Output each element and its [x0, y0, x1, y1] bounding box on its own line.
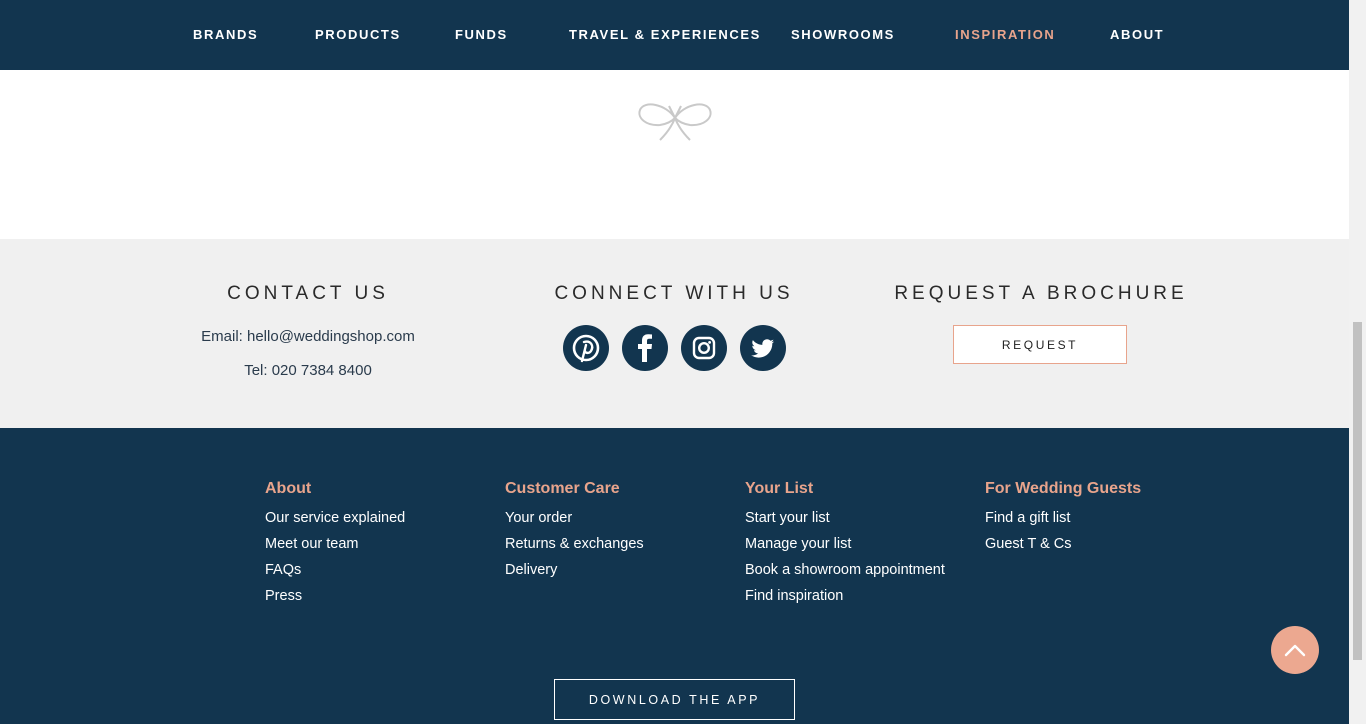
- footer-link[interactable]: Start your list: [745, 509, 945, 535]
- scrollbar-thumb[interactable]: [1353, 322, 1362, 660]
- footer-column-wedding-guests: For Wedding Guests Find a gift list Gues…: [985, 480, 1141, 561]
- contact-email[interactable]: Email: hello@weddingshop.com: [158, 328, 458, 345]
- twitter-icon: [751, 339, 775, 358]
- footer-heading: Customer Care: [505, 480, 620, 497]
- page-scrollbar[interactable]: [1349, 0, 1366, 724]
- top-nav: BRANDS PRODUCTS FUNDS TRAVEL & EXPERIENC…: [0, 0, 1349, 70]
- bow-icon: [636, 96, 714, 142]
- footer-heading: About: [265, 480, 312, 497]
- footer-heading: For Wedding Guests: [985, 480, 1142, 497]
- nav-item-showrooms[interactable]: SHOWROOMS: [791, 0, 895, 70]
- download-app-button[interactable]: DOWNLOAD THE APP: [554, 679, 795, 720]
- twitter-button[interactable]: [740, 325, 786, 371]
- footer-column-customer-care: Customer Care Your order Returns & excha…: [505, 480, 644, 587]
- nav-item-brands[interactable]: BRANDS: [193, 0, 258, 70]
- footer-link[interactable]: Meet our team: [265, 535, 405, 561]
- footer-link[interactable]: Press: [265, 587, 405, 613]
- footer-link[interactable]: Our service explained: [265, 509, 405, 535]
- connect-heading: CONNECT WITH US: [554, 283, 794, 304]
- brochure-heading: REQUEST A BROCHURE: [894, 283, 1188, 304]
- contact-phone[interactable]: Tel: 020 7384 8400: [158, 362, 458, 379]
- facebook-button[interactable]: [622, 325, 668, 371]
- nav-item-inspiration[interactable]: INSPIRATION: [955, 0, 1055, 70]
- request-brochure-button[interactable]: REQUEST: [953, 325, 1127, 364]
- nav-item-products[interactable]: PRODUCTS: [315, 0, 401, 70]
- instagram-button[interactable]: [681, 325, 727, 371]
- footer-link[interactable]: Find a gift list: [985, 509, 1141, 535]
- footer-heading: Your List: [745, 480, 814, 497]
- chevron-up-icon: [1284, 644, 1306, 657]
- page: BRANDS PRODUCTS FUNDS TRAVEL & EXPERIENC…: [0, 0, 1349, 724]
- pinterest-icon: [572, 334, 600, 363]
- back-to-top-button[interactable]: [1271, 626, 1319, 674]
- footer-link[interactable]: Find inspiration: [745, 587, 945, 613]
- contact-band: CONTACT US Email: hello@weddingshop.com …: [0, 239, 1349, 428]
- footer-link[interactable]: Returns & exchanges: [505, 535, 644, 561]
- facebook-icon: [638, 334, 652, 362]
- footer-link[interactable]: Your order: [505, 509, 644, 535]
- footer-column-your-list: Your List Start your list Manage your li…: [745, 480, 945, 613]
- nav-item-about[interactable]: ABOUT: [1110, 0, 1164, 70]
- footer-column-about: About Our service explained Meet our tea…: [265, 480, 405, 613]
- footer: About Our service explained Meet our tea…: [0, 428, 1349, 724]
- footer-link[interactable]: Delivery: [505, 561, 644, 587]
- footer-link[interactable]: Manage your list: [745, 535, 945, 561]
- nav-item-travel-experiences[interactable]: TRAVEL & EXPERIENCES: [569, 0, 761, 70]
- pinterest-button[interactable]: [563, 325, 609, 371]
- footer-link[interactable]: Guest T & Cs: [985, 535, 1141, 561]
- footer-link[interactable]: FAQs: [265, 561, 405, 587]
- footer-link[interactable]: Book a showroom appointment: [745, 561, 945, 587]
- contact-heading: CONTACT US: [227, 283, 389, 304]
- nav-item-funds[interactable]: FUNDS: [455, 0, 508, 70]
- instagram-icon: [692, 336, 716, 360]
